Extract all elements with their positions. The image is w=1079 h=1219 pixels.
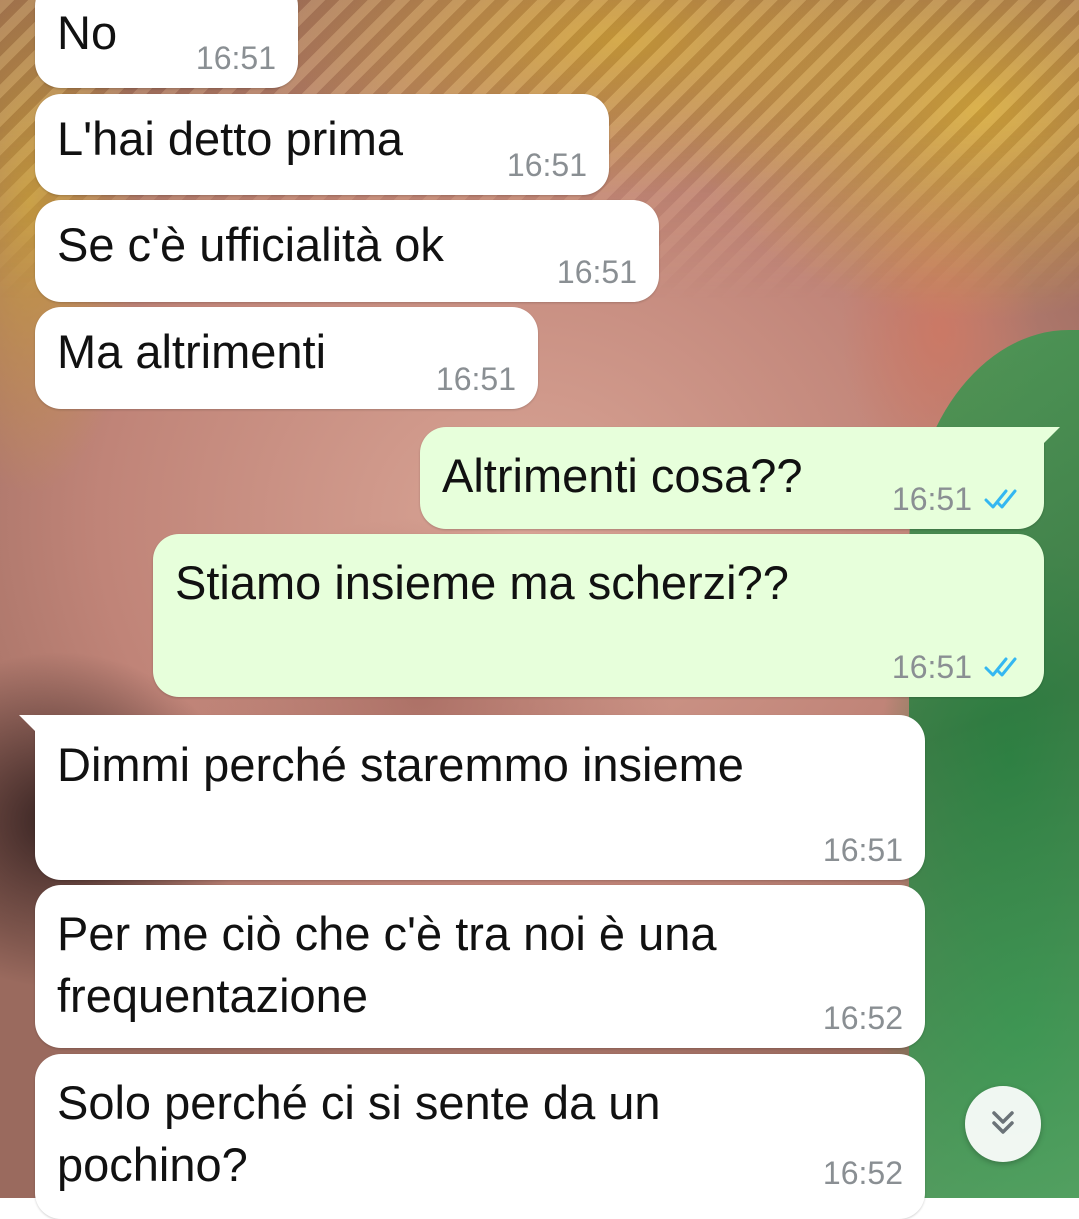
incoming-message[interactable]: Ma altrimenti 16:51 <box>35 307 538 409</box>
message-time: 16:51 <box>195 40 276 76</box>
message-meta: 16:51 <box>892 481 1022 517</box>
incoming-message[interactable]: Dimmi perché staremmo insieme 16:51 <box>19 715 925 880</box>
message-meta: 16:51 <box>507 147 587 183</box>
message-time: 16:51 <box>506 147 587 183</box>
incoming-message[interactable]: No 16:51 <box>35 0 298 88</box>
message-time: 16:51 <box>822 832 903 868</box>
double-check-icon <box>984 486 1022 512</box>
message-text: Dimmi perché staremmo insieme <box>57 738 744 791</box>
message-meta: 16:52 <box>823 1000 903 1036</box>
outgoing-message[interactable]: Stiamo insieme ma scherzi?? 16:51 <box>153 534 1044 697</box>
message-meta: 16:51 <box>892 649 1022 685</box>
message-text: Stiamo insieme ma scherzi?? <box>175 556 789 609</box>
message-time: 16:51 <box>435 361 516 397</box>
message-text: Solo perché ci si sente da un pochino? <box>57 1076 661 1191</box>
message-list[interactable]: No 16:51 L'hai detto prima 16:51 Se c'è … <box>0 0 1079 1219</box>
message-text: Per me ciò che c'è tra noi è una frequen… <box>57 907 717 1022</box>
scroll-to-bottom-button[interactable] <box>965 1086 1041 1162</box>
message-meta: 16:51 <box>196 40 276 76</box>
message-text: No <box>57 6 118 59</box>
message-time: 16:51 <box>891 481 972 517</box>
message-time: 16:52 <box>822 1155 903 1191</box>
message-time: 16:51 <box>891 649 972 685</box>
message-time: 16:52 <box>822 1000 903 1036</box>
incoming-message[interactable]: Se c'è ufficialità ok 16:51 <box>35 200 659 302</box>
message-time: 16:51 <box>556 254 637 290</box>
incoming-message[interactable]: L'hai detto prima 16:51 <box>35 94 609 195</box>
message-meta: 16:51 <box>823 832 903 868</box>
outgoing-message[interactable]: Altrimenti cosa?? 16:51 <box>420 427 1060 529</box>
message-text: Se c'è ufficialità ok <box>57 218 444 271</box>
double-check-icon <box>984 654 1022 680</box>
message-meta: 16:51 <box>436 361 516 397</box>
message-text: Ma altrimenti <box>57 325 327 378</box>
message-text: L'hai detto prima <box>57 112 404 165</box>
message-meta: 16:51 <box>557 254 637 290</box>
double-chevron-down-icon <box>986 1105 1020 1144</box>
message-meta: 16:52 <box>823 1155 903 1191</box>
message-text: Altrimenti cosa?? <box>442 449 803 502</box>
incoming-message[interactable]: Solo perché ci si sente da un pochino? 1… <box>35 1054 925 1219</box>
incoming-message[interactable]: Per me ciò che c'è tra noi è una frequen… <box>35 885 925 1048</box>
